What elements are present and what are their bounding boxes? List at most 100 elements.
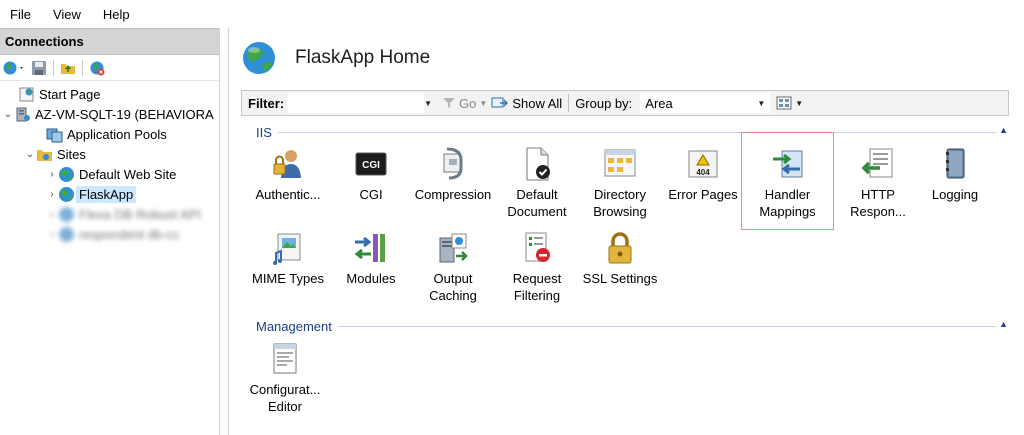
svg-text:CGI: CGI: [362, 160, 380, 171]
tree-label: Sites: [57, 146, 86, 162]
sites-folder-icon: [36, 146, 53, 163]
feature-label: Configurat... Editor: [249, 382, 321, 414]
feature-label: Request Filtering: [512, 271, 562, 303]
section-header-management[interactable]: Management: [256, 318, 996, 334]
globe-icon: [58, 186, 75, 203]
feature-logging[interactable]: Logging: [912, 146, 998, 203]
section-title: IIS: [256, 124, 272, 140]
feature-label: Default Document: [507, 187, 567, 219]
view-mode-button[interactable]: ▼: [776, 96, 803, 110]
tree-item-application-pools[interactable]: Application Pools: [0, 124, 219, 144]
feature-label: Handler Mappings: [759, 187, 816, 219]
tree-label: Application Pools: [67, 126, 167, 142]
feature-label: HTTP Respon...: [850, 187, 906, 219]
error-pages-icon: 404: [688, 150, 718, 178]
feature-error-pages[interactable]: 404 Error Pages: [660, 146, 746, 203]
feature-label: Error Pages: [668, 187, 738, 202]
expand-chevron-icon[interactable]: ›: [46, 169, 58, 180]
tree-label: Default Web Site: [79, 166, 177, 182]
menu-view[interactable]: View: [53, 7, 81, 22]
feature-cgi[interactable]: CGI CGI: [328, 146, 414, 203]
show-all-icon: [491, 97, 509, 108]
tree-item-blurred-site[interactable]: › respondent db-cc: [0, 224, 219, 244]
section-header-iis[interactable]: IIS: [256, 124, 996, 140]
modules-icon: [354, 234, 385, 262]
page-header: FlaskApp Home: [229, 28, 1024, 88]
expand-chevron-icon[interactable]: ›: [46, 189, 58, 200]
feature-default-document[interactable]: Default Document: [494, 146, 580, 220]
menu-bar: File View Help: [0, 0, 1024, 28]
section-divider: [277, 131, 996, 133]
globe-icon: [58, 166, 75, 183]
save-icon[interactable]: [31, 60, 47, 76]
up-folder-icon[interactable]: [60, 60, 76, 76]
configuration-editor-icon: [273, 343, 297, 374]
cgi-icon: CGI: [355, 152, 387, 176]
server-icon: [14, 106, 31, 123]
tree-item-start-page[interactable]: Start Page: [0, 84, 219, 104]
directory-browsing-icon: [604, 149, 636, 177]
page-title: FlaskApp Home: [295, 47, 431, 68]
go-label: Go: [459, 95, 477, 111]
feature-directory-browsing[interactable]: Directory Browsing: [577, 146, 663, 220]
feature-label: MIME Types: [251, 271, 324, 286]
collapse-management-icon[interactable]: ▲: [999, 319, 1008, 329]
tree-item-server[interactable]: ⌄ AZ-VM-SQLT-19 (BEHAVIORA: [0, 104, 219, 124]
feature-configuration-editor[interactable]: Configurat... Editor: [242, 341, 328, 415]
connections-toolbar: [0, 55, 219, 81]
show-all-button[interactable]: Show All: [491, 96, 562, 111]
feature-handler-mappings[interactable]: Handler Mappings: [741, 132, 834, 230]
output-caching-icon: [439, 233, 468, 263]
view-grid-icon: [776, 96, 792, 110]
go-button[interactable]: Go ▼: [442, 96, 487, 111]
feature-label: SSL Settings: [582, 271, 658, 286]
tree-label: Start Page: [39, 86, 101, 102]
collapse-iis-icon[interactable]: ▲: [999, 125, 1008, 135]
globe-icon: [58, 206, 75, 223]
menu-file[interactable]: File: [10, 7, 31, 22]
feature-mime-types[interactable]: MIME Types: [245, 230, 331, 287]
feature-request-filtering[interactable]: Request Filtering: [494, 230, 580, 304]
filter-input[interactable]: [288, 93, 425, 113]
section-title: Management: [256, 318, 332, 334]
group-by-value: Area: [645, 95, 673, 111]
feature-compression[interactable]: Compression: [410, 146, 496, 203]
collapse-chevron-icon[interactable]: ⌄: [24, 149, 36, 160]
toolbar-separator: [568, 94, 570, 112]
features-view: FlaskApp Home Filter: ▼ Go ▼ Show All Gr…: [228, 28, 1024, 435]
feature-http-response-headers[interactable]: HTTP Respon...: [835, 146, 921, 220]
feature-authentication[interactable]: Authentic...: [245, 146, 331, 203]
connections-pane: Connections Start Page ⌄ AZ-VM-SQLT-19 (…: [0, 28, 220, 435]
tree-item-flaskapp[interactable]: › FlaskApp: [0, 184, 219, 204]
filter-dropdown-icon[interactable]: ▼: [424, 99, 432, 108]
tree-label: FlaskApp: [76, 185, 137, 203]
connections-header: Connections: [0, 28, 219, 55]
disconnect-icon[interactable]: [89, 60, 105, 76]
feature-ssl-settings[interactable]: SSL Settings: [577, 230, 663, 287]
mime-types-icon: [273, 233, 301, 265]
tree-item-default-web-site[interactable]: › Default Web Site: [0, 164, 219, 184]
request-filtering-icon: [525, 232, 550, 262]
tree-label: respondent db-cc: [79, 226, 180, 242]
tree-item-sites[interactable]: ⌄ Sites: [0, 144, 219, 164]
feature-label: Compression: [414, 187, 492, 202]
globe-icon: [58, 226, 75, 243]
logging-icon: [946, 148, 965, 179]
feature-label: CGI: [359, 187, 383, 202]
show-all-label: Show All: [512, 95, 563, 111]
connect-globe-icon[interactable]: [3, 60, 23, 76]
tree-item-blurred-site[interactable]: › Flexa DB Robust API: [0, 204, 219, 224]
ssl-lock-icon: [608, 232, 632, 264]
section-divider: [337, 325, 996, 327]
collapse-chevron-icon[interactable]: ⌄: [2, 109, 14, 120]
tree-label: Flexa DB Robust API: [79, 206, 202, 222]
menu-help[interactable]: Help: [103, 7, 130, 22]
http-response-icon: [861, 148, 893, 178]
group-by-select[interactable]: Area ▼: [640, 93, 771, 113]
feature-modules[interactable]: Modules: [328, 230, 414, 287]
feature-output-caching[interactable]: Output Caching: [410, 230, 496, 304]
funnel-icon: [443, 98, 456, 108]
filter-label: Filter:: [248, 95, 285, 111]
tree-label: AZ-VM-SQLT-19 (BEHAVIORA: [35, 106, 214, 122]
application-pools-icon: [46, 126, 63, 143]
